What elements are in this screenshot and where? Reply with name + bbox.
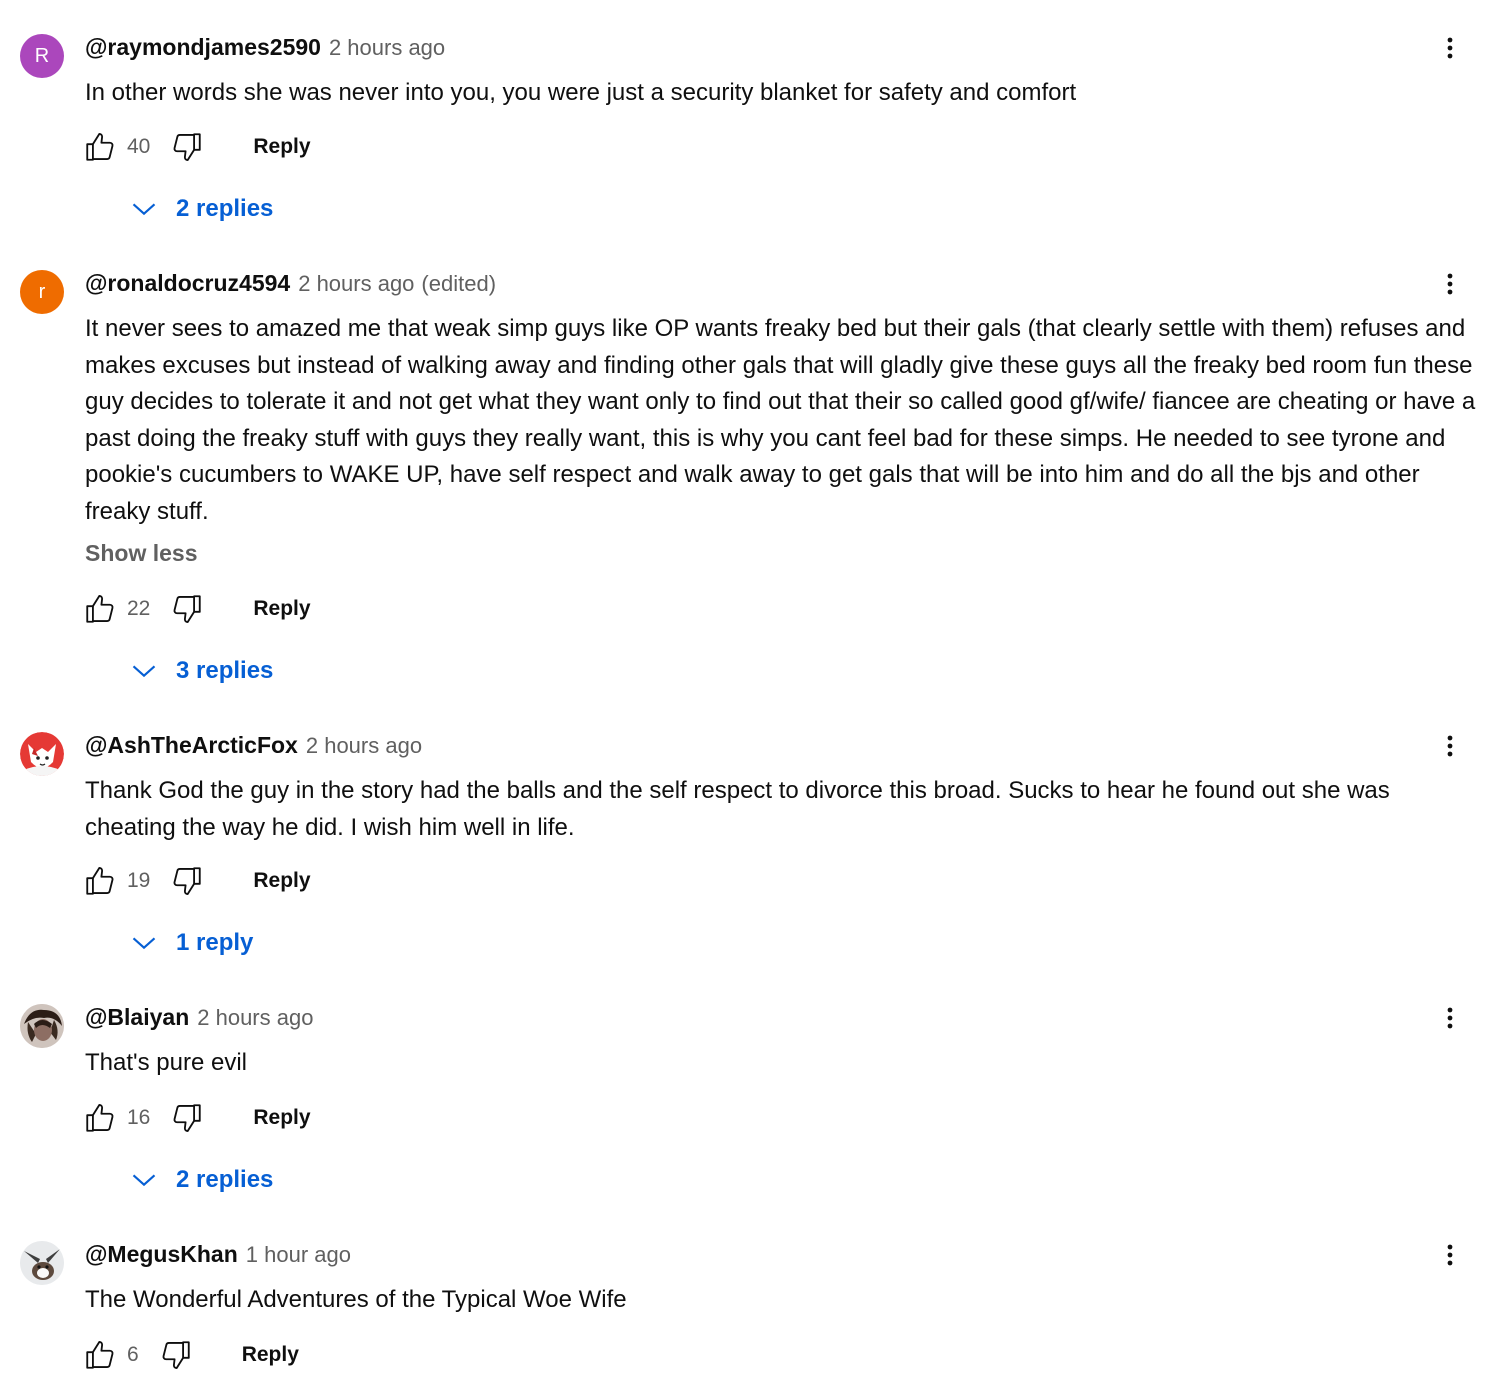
thumbs-down-icon (173, 867, 202, 895)
comment-actions: 40 Reply (80, 127, 311, 167)
replies-label: 3 replies (176, 657, 274, 684)
thumbs-up-icon (86, 867, 114, 895)
like-count: 19 (127, 869, 151, 892)
like-button[interactable] (80, 589, 120, 629)
comment-timestamp[interactable]: 1 hour ago (246, 1242, 351, 1268)
comment-header: @raymondjames2590 2 hours ago (85, 34, 445, 62)
dislike-button[interactable] (167, 589, 207, 629)
avatar-letter: r (38, 280, 46, 303)
chevron-down-icon (126, 1162, 162, 1198)
comment-menu-button[interactable] (1430, 1235, 1470, 1275)
thumbs-down-icon (173, 1104, 202, 1132)
avatar[interactable]: R (20, 34, 64, 78)
author-name[interactable]: @MegusKhan (85, 1241, 238, 1268)
replies-label: 2 replies (176, 195, 274, 222)
avatar[interactable] (20, 732, 64, 776)
thumbs-up-icon (86, 133, 114, 161)
chevron-down-icon (126, 653, 162, 689)
thumbs-down-icon (162, 1341, 190, 1369)
avatar[interactable] (20, 1241, 64, 1285)
comment-header: @AshTheArcticFox 2 hours ago (85, 732, 422, 760)
replies-label: 2 replies (176, 1166, 274, 1193)
comment-menu-button[interactable] (1430, 726, 1470, 766)
thumbs-up-icon (86, 595, 114, 623)
reply-button[interactable]: Reply (253, 869, 310, 893)
like-button[interactable] (80, 127, 120, 167)
like-count: 22 (127, 597, 151, 620)
comment-header: @MegusKhan 1 hour ago (85, 1241, 351, 1269)
fox-avatar-icon (20, 732, 64, 776)
avatar-letter: R (34, 44, 50, 67)
comment-actions: 16 Reply (80, 1098, 311, 1138)
dislike-button[interactable] (156, 1335, 196, 1375)
more-vert-icon (1447, 1007, 1453, 1029)
more-vert-icon (1447, 273, 1453, 295)
reply-button[interactable]: Reply (253, 1106, 310, 1130)
comment-text: The Wonderful Adventures of the Typical … (85, 1286, 627, 1313)
comment-timestamp[interactable]: 2 hours ago (298, 271, 414, 297)
view-replies-button[interactable]: 1 reply (126, 923, 253, 963)
more-vert-icon (1447, 735, 1453, 757)
author-name[interactable]: @AshTheArcticFox (85, 732, 298, 759)
reply-button[interactable]: Reply (253, 597, 310, 621)
view-replies-button[interactable]: 2 replies (126, 189, 273, 229)
chevron-down-icon (126, 191, 162, 227)
replies-label: 1 reply (176, 929, 254, 956)
show-less-button[interactable]: Show less (85, 540, 197, 567)
author-name[interactable]: @Blaiyan (85, 1004, 189, 1031)
author-name[interactable]: @raymondjames2590 (85, 34, 321, 61)
thumbs-down-icon (173, 133, 202, 161)
like-button[interactable] (80, 1335, 120, 1375)
dislike-button[interactable] (167, 861, 207, 901)
like-button[interactable] (80, 861, 120, 901)
comment-timestamp[interactable]: 2 hours ago (329, 35, 445, 61)
view-replies-button[interactable]: 3 replies (126, 651, 273, 691)
comment-menu-button[interactable] (1430, 998, 1470, 1038)
reply-button[interactable]: Reply (242, 1343, 299, 1367)
more-vert-icon (1447, 37, 1453, 59)
animal-avatar-icon (20, 1241, 64, 1285)
comment-actions: 6 Reply (80, 1335, 299, 1375)
comment-text: Thank God the guy in the story had the b… (85, 777, 1390, 841)
comment-header: @Blaiyan 2 hours ago (85, 1004, 313, 1032)
like-count: 6 (127, 1343, 139, 1366)
like-count: 16 (127, 1106, 151, 1129)
more-vert-icon (1447, 1244, 1453, 1266)
comment-text: It never sees to amazed me that weak sim… (85, 315, 1476, 525)
comment-timestamp[interactable]: 2 hours ago (197, 1005, 313, 1031)
comments-section: R @raymondjames2590 2 hours ago In other… (0, 0, 1506, 1380)
comment-timestamp[interactable]: 2 hours ago (306, 733, 422, 759)
like-button[interactable] (80, 1098, 120, 1138)
comment-header: @ronaldocruz4594 2 hours ago (edited) (85, 270, 496, 298)
comment-menu-button[interactable] (1430, 264, 1470, 304)
avatar[interactable] (20, 1004, 64, 1048)
thumbs-up-icon (86, 1341, 114, 1369)
avatar[interactable]: r (20, 270, 64, 314)
comment-actions: 19 Reply (80, 861, 311, 901)
comment-text: In other words she was never into you, y… (85, 79, 1077, 106)
photo-avatar-icon (20, 1004, 64, 1048)
reply-button[interactable]: Reply (253, 135, 310, 159)
comment-menu-button[interactable] (1430, 28, 1470, 68)
like-count: 40 (127, 135, 151, 158)
thumbs-up-icon (86, 1104, 114, 1132)
chevron-down-icon (126, 925, 162, 961)
edited-label: (edited) (421, 271, 497, 296)
dislike-button[interactable] (167, 127, 207, 167)
comment-actions: 22 Reply (80, 589, 311, 629)
author-name[interactable]: @ronaldocruz4594 (85, 270, 290, 297)
view-replies-button[interactable]: 2 replies (126, 1160, 273, 1200)
dislike-button[interactable] (167, 1098, 207, 1138)
comment-text: That's pure evil (85, 1049, 247, 1076)
thumbs-down-icon (173, 595, 202, 623)
